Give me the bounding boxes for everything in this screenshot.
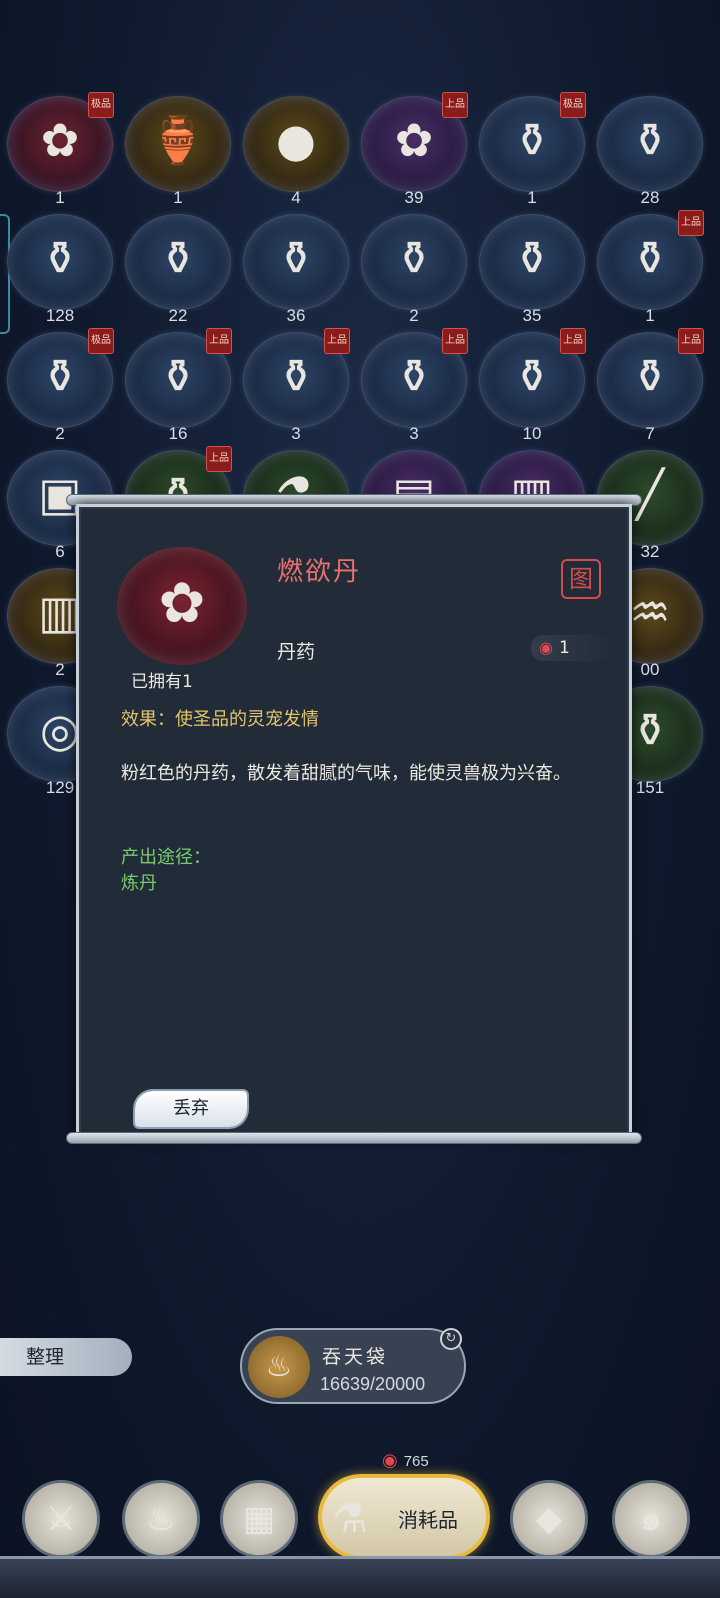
quality-badge: 上品 — [442, 92, 468, 118]
white-vase-icon: ⚱ — [630, 113, 670, 167]
quality-badge: 极品 — [88, 92, 114, 118]
slot-count: 36 — [286, 306, 306, 325]
pink-pill-icon: ✿ — [40, 113, 80, 167]
quality-badge: 上品 — [678, 328, 704, 354]
jade-vase-icon: ⚱ — [394, 349, 434, 403]
currency-swirl-icon: ◉ — [539, 638, 553, 657]
tab-books[interactable]: ▦ — [220, 1480, 298, 1558]
bag-name: 吞天袋 — [322, 1346, 389, 1368]
slot-count: 1 — [645, 306, 655, 325]
storage-bag[interactable]: ♨ 吞天袋 16639/20000 ↻ — [240, 1328, 466, 1404]
tab-consumables[interactable]: ⚗ 消耗品 — [318, 1474, 490, 1560]
inventory-slot[interactable]: ⚱ 22 — [118, 206, 238, 325]
red-vase-icon: ⚱ — [512, 113, 552, 167]
quality-badge: 上品 — [560, 328, 586, 354]
modal-panel: ✿ 燃欲丹 图 丹药 ◉ 1 已拥有1 效果：使圣品的灵宠发情 粉红色的丹药，散发… — [76, 504, 632, 1138]
fire-orb-icon: ● — [275, 113, 317, 167]
sort-button[interactable]: 整理 — [0, 1338, 132, 1376]
modal-bottom-rail — [66, 1132, 642, 1144]
inventory-slot[interactable]: ✿ 39 上品 — [354, 88, 474, 207]
pink-pill-icon: ✿ — [158, 571, 206, 636]
bag-capacity: 16639/20000 — [320, 1374, 426, 1394]
pink-pill-icon: ✿ — [394, 113, 434, 167]
item-description: 粉红色的丹药，散发着甜腻的气味，能使灵兽极为兴奋。 — [121, 763, 571, 784]
money-bag-icon: ♨ — [248, 1336, 310, 1398]
quality-badge: 上品 — [206, 328, 232, 354]
slot-count: 2 — [409, 306, 419, 325]
refresh-icon[interactable]: ↻ — [440, 1328, 462, 1350]
purple-vase-icon: ⚱ — [40, 231, 80, 285]
slot-count: 3 — [291, 424, 301, 443]
tab-consumables-label: 消耗品 — [398, 1508, 458, 1532]
slot-count: 10 — [522, 424, 542, 443]
red-vase-icon: ⚱ — [630, 231, 670, 285]
red-vase-icon: ⚱ — [394, 231, 434, 285]
item-quantity: ◉ 1 — [531, 635, 615, 661]
inventory-slot[interactable]: ⚱ 1 极品 — [472, 88, 592, 207]
bottom-floor — [0, 1556, 720, 1598]
inventory-slot[interactable]: ⚱ 16 上品 — [118, 324, 238, 443]
red-vase-icon: ⚱ — [512, 231, 552, 285]
inventory-slot[interactable]: ⚱ 3 上品 — [354, 324, 474, 443]
slot-count: 16 — [168, 424, 188, 443]
quality-badge: 上品 — [678, 210, 704, 236]
slot-count: 2 — [55, 424, 65, 443]
item-name: 燃欲丹 — [277, 557, 362, 587]
item-effect: 效果：使圣品的灵宠发情 — [121, 709, 319, 730]
inventory-slot[interactable]: ⚱ 1 上品 — [590, 206, 710, 325]
inventory-slot[interactable]: ● 4 — [236, 88, 356, 207]
red-vase-icon: ⚱ — [512, 349, 552, 403]
quality-badge: 极品 — [560, 92, 586, 118]
jade-vase-icon: ⚱ — [158, 349, 198, 403]
inventory-slot[interactable]: ⚱ 7 上品 — [590, 324, 710, 443]
item-detail-modal: ✿ 燃欲丹 图 丹药 ◉ 1 已拥有1 效果：使圣品的灵宠发情 粉红色的丹药，散发… — [66, 492, 642, 1150]
potion-icon: ⚗ — [332, 1496, 368, 1542]
source-value: 炼丹 — [121, 873, 157, 894]
slot-count: 1 — [55, 188, 65, 207]
jade-vase-icon: ⚱ — [276, 349, 316, 403]
quality-badge: 极品 — [88, 328, 114, 354]
inventory-slot[interactable]: ⚱ 2 — [354, 206, 474, 325]
inventory-slot[interactable]: ⚱ 36 — [236, 206, 356, 325]
slot-count: 7 — [645, 424, 655, 443]
slot-count: 39 — [404, 188, 424, 207]
purple-vase-icon: ⚱ — [158, 231, 198, 285]
quality-badge: 上品 — [324, 328, 350, 354]
purple-vase-icon: ⚱ — [40, 349, 80, 403]
item-quantity-value: 1 — [558, 638, 570, 658]
slot-count: 1 — [173, 188, 183, 207]
slot-count: 22 — [168, 306, 188, 325]
inventory-slot[interactable]: ⚱ 3 上品 — [236, 324, 356, 443]
gold-gourd-icon: 🏺 — [149, 113, 207, 167]
seal-stamp-icon[interactable]: 图 — [561, 559, 601, 599]
inventory-slot[interactable]: ⚱ 35 — [472, 206, 592, 325]
tab-crystals[interactable]: ◆ — [510, 1480, 588, 1558]
quality-badge: 上品 — [206, 446, 232, 472]
inventory-slot[interactable]: ⚱ 2 极品 — [0, 324, 120, 443]
red-vase-icon: ⚱ — [630, 349, 670, 403]
inventory-slot[interactable]: ⚱ 28 — [590, 88, 710, 207]
inventory-slot[interactable]: ✿ 1 极品 — [0, 88, 120, 207]
currency-value: 765 — [403, 1453, 429, 1470]
tab-swirl[interactable]: ๑ — [612, 1480, 690, 1558]
slot-count: 28 — [640, 188, 660, 207]
slot-count: 1 — [527, 188, 537, 207]
slot-count: 4 — [291, 188, 301, 207]
currency-swirl-icon: ◉ — [382, 1450, 398, 1470]
tab-equipment[interactable]: ⚔ — [22, 1480, 100, 1558]
owned-count: 已拥有1 — [131, 672, 193, 692]
white-vase-icon: ⚱ — [276, 231, 316, 285]
currency-display: ◉ 765 — [382, 1450, 429, 1471]
slot-count: 128 — [45, 306, 75, 325]
quality-badge: 上品 — [442, 328, 468, 354]
inventory-slot[interactable]: 🏺 1 — [118, 88, 238, 207]
slot-count: 35 — [522, 306, 542, 325]
tab-materials[interactable]: ♨ — [122, 1480, 200, 1558]
slot-count: 3 — [409, 424, 419, 443]
inventory-slot[interactable]: ⚱ 10 上品 — [472, 324, 592, 443]
discard-button[interactable]: 丢弃 — [135, 1091, 247, 1127]
item-type: 丹药 — [277, 641, 316, 663]
source-title: 产出途径： — [121, 847, 211, 868]
inventory-slot[interactable]: ⚱ 128 — [0, 206, 120, 325]
